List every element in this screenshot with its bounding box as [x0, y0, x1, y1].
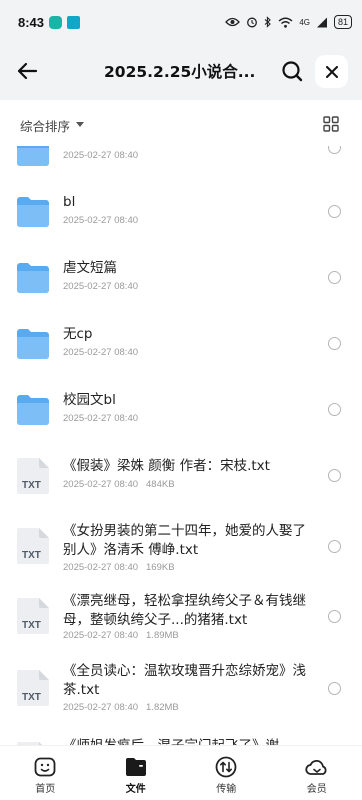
sort-dropdown[interactable]: 综合排序: [20, 116, 70, 135]
wifi-icon: [278, 17, 293, 28]
nav-home[interactable]: 首页: [0, 746, 91, 800]
eye-icon: [225, 17, 241, 27]
grid-view-icon[interactable]: [323, 116, 339, 132]
select-radio[interactable]: [328, 205, 341, 218]
file-size: 169KB: [146, 562, 175, 573]
signal-icon: [316, 17, 327, 27]
file-meta: 2025-02-27 08:40: [63, 347, 138, 358]
file-name: 《女扮男装的第二十四年，她爱的人娶了别人》洛清禾 傅峥.txt: [63, 523, 306, 558]
arrow-left-icon: [17, 62, 38, 80]
file-meta: 2025-02-27 08:40: [63, 281, 138, 292]
home-icon: [34, 756, 56, 778]
list-item[interactable]: 虐文短篇 2025-02-27 08:40: [0, 252, 362, 318]
battery-indicator: 81: [333, 15, 352, 29]
file-meta: 2025-02-27 08:40: [63, 215, 138, 226]
file-name: 虐文短篇: [63, 260, 117, 276]
bluetooth-icon: [264, 16, 272, 28]
close-icon: [325, 65, 338, 78]
status-time: 8:43: [18, 14, 45, 30]
file-date: 2025-02-27 08:40: [63, 347, 139, 358]
transfer-icon: [215, 756, 237, 778]
file-name: 校园文bl: [63, 392, 116, 408]
txt-label: TXT: [22, 620, 41, 631]
caret-down-icon[interactable]: [76, 122, 84, 127]
nav-files[interactable]: 文件: [91, 746, 182, 800]
txt-label: TXT: [22, 480, 41, 491]
file-meta: 2025-02-27 08:40 169KB: [63, 562, 175, 573]
file-date: 2025-02-27 08:40: [63, 215, 139, 226]
folder-icon: [125, 756, 147, 778]
list-item[interactable]: TXT 《全员读心：温软玫瑰晋升恋综娇宠》浅茶.txt 2025-02-27 0…: [0, 658, 362, 728]
file-size: 1.89MB: [146, 630, 179, 641]
file-name: 《全员读心：温软玫瑰晋升恋综娇宠》浅茶.txt: [63, 663, 306, 698]
file-meta: 2025-02-27 08:40 1.89MB: [63, 630, 179, 641]
folder-icon: [17, 395, 49, 425]
txt-label: TXT: [22, 692, 41, 703]
select-radio[interactable]: [328, 337, 341, 350]
sort-bar: 综合排序: [0, 100, 362, 146]
list-item[interactable]: TXT 《漂亮继母，轻松拿捏纨绔父子＆有钱继母，整顿纨绔父子...的猪猪.txt…: [0, 588, 362, 658]
file-name: 《漂亮继母，轻松拿捏纨绔父子＆有钱继母，整顿纨绔父子...的猪猪.txt: [63, 593, 306, 628]
txt-file-icon: TXT: [17, 598, 49, 638]
file-date: 2025-02-27 08:40: [63, 413, 139, 424]
file-date: 2025-02-27 08:40: [63, 702, 139, 713]
list-item[interactable]: 《师姐发疯后，混子宗门起飞了》谢: [0, 730, 362, 745]
select-radio[interactable]: [328, 610, 341, 623]
file-date: 2025-02-27 08:40: [63, 630, 139, 641]
nav-transfer[interactable]: 传输: [181, 746, 272, 800]
txt-file-icon: TXT: [17, 670, 49, 710]
folder-icon: [17, 263, 49, 293]
status-left: 8:43: [18, 14, 81, 30]
nav-label: 文件: [125, 784, 146, 795]
nav-member[interactable]: 会员: [272, 746, 362, 800]
file-date: 2025-02-27 08:40: [63, 150, 139, 161]
file-date: 2025-02-27 08:40: [63, 562, 139, 573]
back-button[interactable]: [14, 58, 40, 84]
search-icon: [282, 61, 303, 82]
network-type: 4G: [299, 17, 310, 27]
folder-icon: [17, 329, 49, 359]
file-meta: 2025-02-27 08:40: [63, 150, 138, 161]
close-button[interactable]: [315, 55, 348, 88]
txt-file-icon: TXT: [17, 528, 49, 568]
alarm-icon: [247, 17, 258, 28]
status-bar: 8:43 4G 81: [0, 0, 362, 44]
file-meta: 2025-02-27 08:40: [63, 413, 138, 424]
file-name: 《假装》梁姝 颜衡 作者：宋枝.txt: [63, 458, 270, 474]
list-item[interactable]: TXT 《女扮男装的第二十四年，她爱的人娶了别人》洛清禾 傅峥.txt 2025…: [0, 518, 362, 588]
folder-icon: [17, 197, 49, 227]
app-notification-icon: [49, 15, 63, 29]
search-button[interactable]: [279, 58, 305, 84]
file-name: 无cp: [63, 326, 93, 342]
file-date: 2025-02-27 08:40: [63, 479, 139, 490]
file-size: 1.82MB: [146, 702, 179, 713]
nav-label: 会员: [306, 784, 327, 795]
status-right: 4G 81: [225, 15, 352, 29]
file-date: 2025-02-27 08:40: [63, 281, 139, 292]
file-size: 484KB: [146, 479, 175, 490]
select-radio[interactable]: [328, 469, 341, 482]
file-name: 《师姐发疯后，混子宗门起飞了》谢: [63, 737, 313, 745]
select-radio[interactable]: [328, 682, 341, 695]
list-item[interactable]: TXT 《假装》梁姝 颜衡 作者：宋枝.txt 2025-02-27 08:40…: [0, 450, 362, 516]
select-radio[interactable]: [328, 540, 341, 553]
nav-label: 传输: [216, 784, 237, 795]
bottom-nav: 首页 文件 传输 会员: [0, 745, 362, 800]
txt-file-icon: TXT: [17, 458, 49, 498]
cloud-icon: [305, 756, 329, 778]
book-app-icon: [67, 15, 81, 29]
page-title: 2025.2.25小说合...: [104, 63, 254, 81]
select-radio[interactable]: [328, 271, 341, 284]
header: 2025.2.25小说合...: [0, 44, 362, 100]
list-item[interactable]: 无cp 2025-02-27 08:40: [0, 318, 362, 384]
file-name: bl: [63, 194, 76, 210]
file-meta: 2025-02-27 08:40 484KB: [63, 479, 175, 490]
file-browser: 2025-02-27 08:40 bl 2025-02-27 08:40 虐文短…: [0, 100, 362, 745]
txt-label: TXT: [22, 550, 41, 561]
select-radio[interactable]: [328, 403, 341, 416]
file-meta: 2025-02-27 08:40 1.82MB: [63, 702, 179, 713]
nav-label: 首页: [35, 784, 56, 795]
list-item[interactable]: bl 2025-02-27 08:40: [0, 186, 362, 252]
list-item[interactable]: 校园文bl 2025-02-27 08:40: [0, 384, 362, 450]
